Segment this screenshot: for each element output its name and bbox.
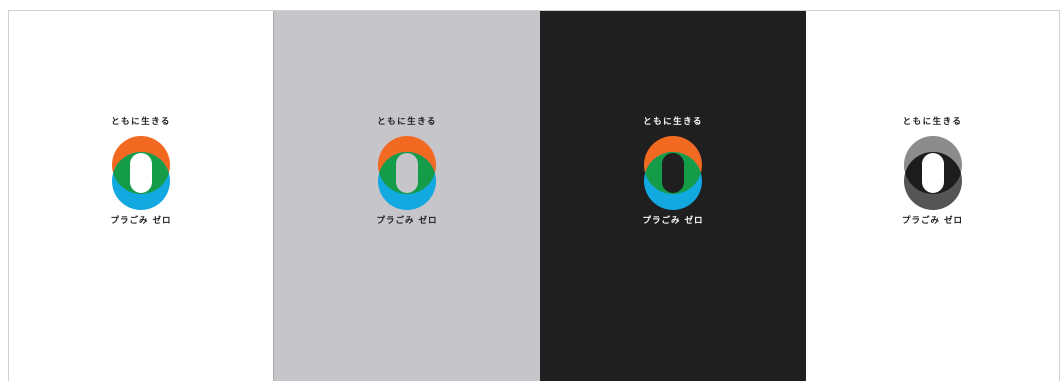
logo-tagline: ともに生きる [902, 117, 963, 127]
panel-gray-background: ともに生きる プラごみ ゼロ [274, 11, 540, 381]
panel-black-background: ともに生きる プラごみ ゼロ [540, 11, 806, 381]
panel-monochrome-version: ともに生きる プラごみ ゼロ [806, 11, 1060, 381]
logo-tagline: ともに生きる [377, 117, 437, 127]
logo-lockup: ともに生きる プラごみ ゼロ [628, 117, 718, 227]
logo-brand-name: プラごみ ゼロ [110, 216, 172, 226]
logo-lockup: ともに生きる プラごみ ゼロ [888, 117, 978, 227]
logo-brand-name: プラごみ ゼロ [642, 216, 704, 226]
zero-ring-logo-icon [644, 136, 702, 210]
logo-lockup: ともに生きる プラごみ ゼロ [96, 117, 186, 227]
logo-brand-name: プラごみ ゼロ [376, 216, 438, 226]
logo-counter-opening [921, 153, 944, 193]
logo-tagline: ともに生きる [111, 117, 171, 127]
logo-counter-opening [396, 153, 418, 193]
logo-counter-opening [130, 153, 152, 193]
zero-ring-logo-icon [112, 136, 170, 210]
logo-counter-opening [662, 153, 684, 193]
zero-ring-logo-icon [378, 136, 436, 210]
logo-tagline: ともに生きる [643, 117, 703, 127]
panel-white-background: ともに生きる プラごみ ゼロ [8, 11, 274, 381]
logo-variations-board: ともに生きる プラごみ ゼロ ともに生きる プラごみ ゼロ ともに生きる プラご… [8, 10, 1060, 381]
logo-brand-name: プラごみ ゼロ [902, 216, 963, 226]
logo-lockup: ともに生きる プラごみ ゼロ [362, 117, 452, 227]
zero-ring-logo-icon [903, 136, 962, 210]
